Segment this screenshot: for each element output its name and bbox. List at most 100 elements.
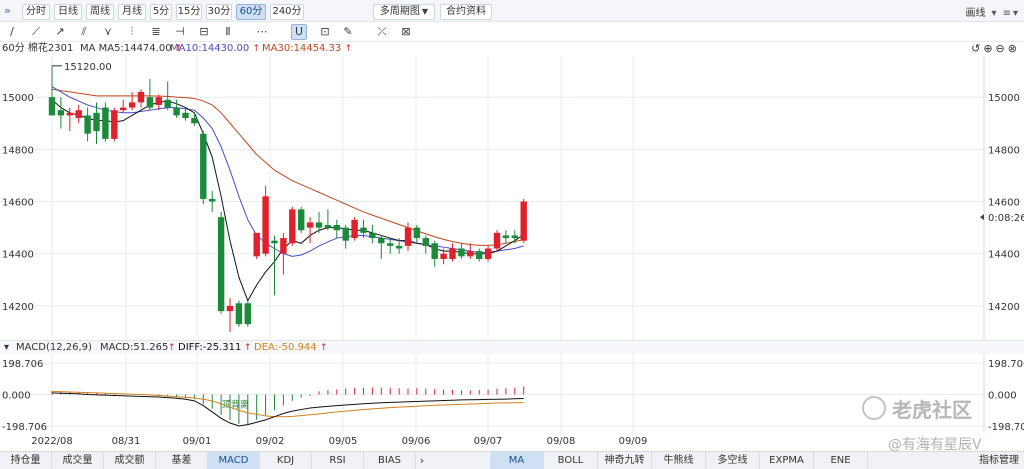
- indicator-tab[interactable]: BIAS: [364, 452, 416, 469]
- more-icon[interactable]: ⋯: [254, 24, 270, 40]
- candle: [484, 248, 492, 259]
- candle: [387, 243, 394, 246]
- lock-icon[interactable]: ⊡: [317, 24, 333, 40]
- watermark-user: @有海有星辰V: [888, 437, 982, 453]
- magnet-icon[interactable]: U: [291, 24, 307, 40]
- overlay-tab[interactable]: 神奇九转: [598, 452, 652, 469]
- trash-icon[interactable]: ⊠: [398, 24, 414, 40]
- overlay-tab[interactable]: 多空线: [706, 452, 760, 469]
- indicator-tab[interactable]: KDJ: [260, 452, 312, 469]
- grid-tool-icon[interactable]: ≣: [148, 24, 164, 40]
- candle: [271, 240, 278, 244]
- channel-icon[interactable]: ⋎: [100, 24, 116, 40]
- macd-tick-left: -198.706: [2, 422, 47, 433]
- arrow-up-icon: ↑: [344, 44, 353, 54]
- chart-type-selector[interactable]: 画线 ▾ ≡ ▾: [966, 4, 1018, 19]
- indicator-tab[interactable]: MACD: [208, 452, 260, 469]
- fib-icon[interactable]: ⫶: [124, 24, 140, 40]
- macd-tick-right: -198.706: [988, 422, 1024, 433]
- overlay-tab[interactable]: BOLL: [544, 452, 598, 469]
- candle: [209, 198, 216, 202]
- overlay-tab[interactable]: EXPMA: [760, 452, 814, 469]
- candlestick-chart[interactable]: 15000 15000 14800 14800 14600 14600 14400 14400…: [0, 56, 1024, 340]
- candle: [155, 97, 162, 105]
- contract-info-label: 合约资料: [446, 6, 486, 17]
- period-toolbar: » 分时 日线 周线 月线 5分 15分 30分 60分 240分 多周期图 ▼ 合约资料 画线 ▾…: [0, 0, 1024, 22]
- pencil-icon[interactable]: ∕: [4, 24, 20, 40]
- chart-window: » 分时 日线 周线 月线 5分 15分 30分 60分 240分 多周期图 ▼ 合约资料 画线 ▾…: [0, 0, 1024, 469]
- ray-icon[interactable]: ↗: [52, 24, 68, 40]
- candle: [57, 110, 65, 116]
- overlay-tab[interactable]: 牛熊线: [652, 452, 706, 469]
- indicator-tab[interactable]: 成交量: [52, 452, 104, 469]
- period-button[interactable]: 15分: [176, 4, 202, 20]
- candle: [66, 112, 73, 116]
- candle: [306, 222, 314, 228]
- candle: [440, 253, 447, 259]
- date-tick-label: 09/06: [401, 436, 431, 447]
- measure-icon[interactable]: ⊣: [172, 24, 188, 40]
- candle: [84, 115, 91, 134]
- candle: [120, 107, 127, 111]
- candle: [253, 232, 260, 257]
- indicator-tabs: 持仓量 成交量 成交额 基差 MACD KDJ RSI BIAS › MA BOLL 神奇九转 牛熊…: [0, 451, 1024, 469]
- date-tick-label: 2022/08: [31, 436, 73, 447]
- candle: [520, 201, 527, 241]
- indicator-tab[interactable]: 成交额: [104, 452, 156, 469]
- eye-icon[interactable]: ✎: [340, 24, 356, 40]
- candle: [476, 251, 483, 259]
- candle: [244, 303, 251, 325]
- price-tick-left: 14800: [2, 145, 34, 156]
- parallel-icon[interactable]: ⫽: [76, 24, 92, 40]
- collapse-icon[interactable]: »: [4, 4, 11, 17]
- indicator-tab[interactable]: RSI: [312, 452, 364, 469]
- text-icon[interactable]: Ⅱ: [220, 24, 236, 40]
- period-button[interactable]: 分时: [22, 4, 50, 20]
- chevron-right-icon[interactable]: ›: [414, 452, 430, 469]
- dea-value: DEA:-50.944: [254, 342, 317, 353]
- indicator-tab[interactable]: 基差: [156, 452, 208, 469]
- candle: [226, 305, 234, 312]
- price-tick-right: 14200: [988, 302, 1020, 313]
- candle: [146, 97, 154, 108]
- overlay-tab[interactable]: ENE: [814, 452, 868, 469]
- contract-info-button[interactable]: 合约资料: [440, 4, 492, 20]
- candle: [511, 235, 518, 239]
- period-button[interactable]: 60分: [236, 4, 266, 20]
- candle: [75, 110, 82, 119]
- period-button[interactable]: 周线: [86, 4, 114, 20]
- period-button[interactable]: 月线: [118, 4, 146, 20]
- indicator-tab[interactable]: 持仓量: [0, 452, 52, 469]
- candle: [369, 232, 376, 239]
- ma5-value: MA MA5:14474.00 ↑: [80, 43, 183, 54]
- period-button[interactable]: 日线: [54, 4, 82, 20]
- candle: [128, 102, 136, 108]
- ma-legend: 60分 棉花2301 MA MA5:14474.00 ↑ MA10:14430.…: [0, 42, 1024, 56]
- candle: [378, 238, 385, 244]
- menu-icon[interactable]: ≡: [1003, 8, 1011, 19]
- indicator-manage-button[interactable]: 指标管理: [974, 452, 1024, 469]
- macd-chart[interactable]: 198.706 198.706 0.000 0.000 -198.706 -198.706…: [0, 354, 1024, 433]
- chevron-down-icon[interactable]: ▾: [4, 341, 9, 355]
- overlay-tab[interactable]: MA: [490, 452, 544, 469]
- macd-plot-area: [0, 354, 984, 433]
- period-button[interactable]: 5分: [150, 4, 172, 20]
- candle: [395, 245, 403, 249]
- date-tick-label: 09/09: [618, 436, 648, 447]
- line-icon[interactable]: ⟋: [28, 24, 44, 40]
- cursor-icon[interactable]: ⤫: [374, 24, 390, 40]
- date-tick-label: 09/01: [182, 436, 212, 447]
- period-button[interactable]: 30分: [206, 4, 232, 20]
- macd-tick-right: 0.000: [988, 391, 1017, 402]
- macd-legend: ▾ MACD(12,26,9) MACD:51.265 ↑ DIFF:-25.3…: [0, 340, 1024, 354]
- multi-period-dropdown[interactable]: 多周期图 ▼: [373, 4, 435, 20]
- watermark: 老虎社区: [892, 398, 972, 422]
- period-button[interactable]: 240分: [270, 4, 304, 20]
- rect-icon[interactable]: ⊟: [196, 24, 212, 40]
- panel-controls[interactable]: ↺⊕⊖⊗: [971, 42, 1020, 56]
- candle: [137, 91, 145, 103]
- arrow-up-icon: ↑: [320, 343, 328, 353]
- candle: [48, 97, 56, 116]
- candle: [173, 107, 180, 116]
- diff-value: DIFF:-25.311: [178, 342, 242, 353]
